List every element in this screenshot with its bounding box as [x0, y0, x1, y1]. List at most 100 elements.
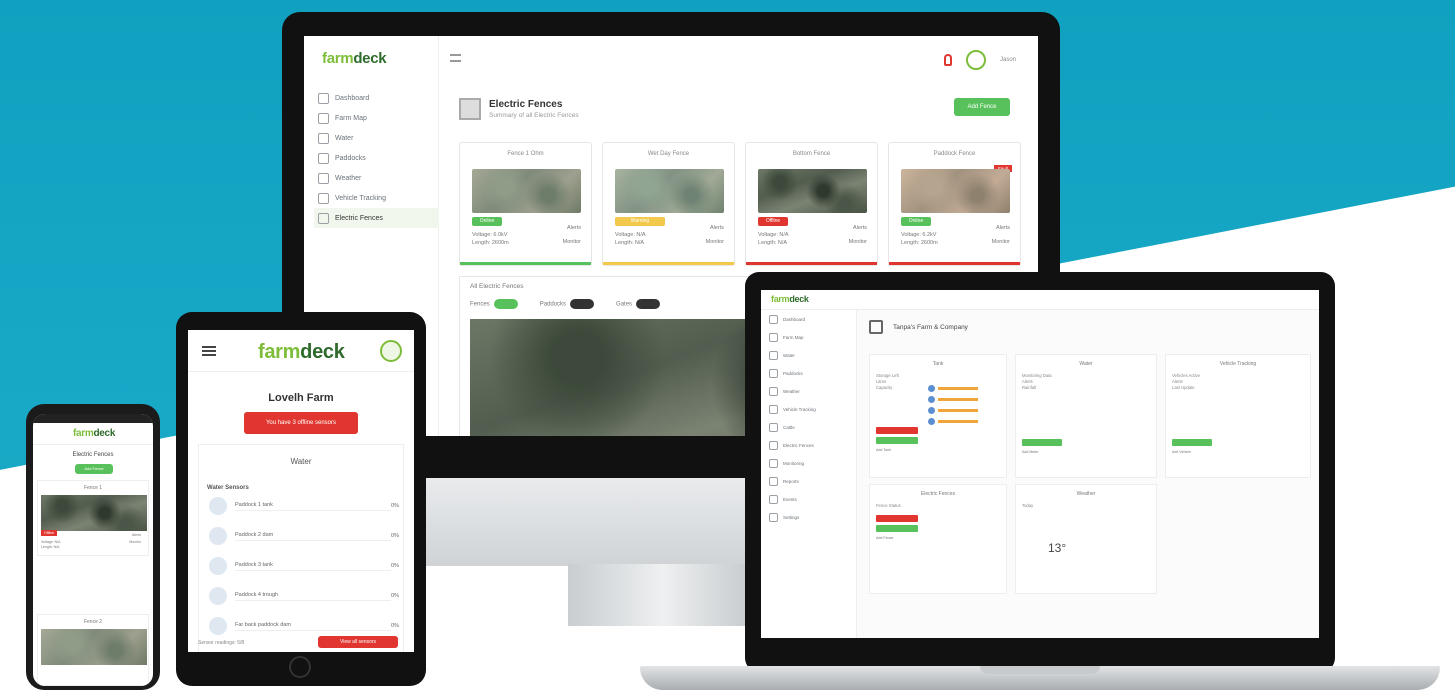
tablet-home-button[interactable]	[289, 656, 311, 678]
farmdeck-logo[interactable]: farmdeck	[322, 50, 387, 67]
panel-subtext: Vehicles Active Alerts Last Update	[1172, 373, 1200, 390]
list-item[interactable]	[928, 383, 978, 394]
monitor-link[interactable]: Monitor	[563, 235, 581, 249]
nav-item[interactable]: Dashboard	[761, 310, 856, 328]
add-fence-button[interactable]: Add Fence	[75, 464, 113, 474]
fence-card[interactable]: Paddock Fence Fault Online Voltage: 6.2k…	[888, 142, 1021, 266]
fence-satellite-image	[41, 629, 147, 665]
fence-card-title: Fence 2	[83, 619, 103, 625]
monitor-link[interactable]: Monitor	[992, 235, 1010, 249]
nav-item[interactable]: Water	[761, 346, 856, 364]
view-sensors-button[interactable]: View all sensors	[318, 636, 398, 648]
monitor-link[interactable]: Monitor	[849, 235, 867, 249]
fence-card[interactable]: Fence 1 Ohm Online Voltage: 6.0kV Length:…	[459, 142, 592, 266]
toggle-gates[interactable]: Gates	[616, 299, 661, 309]
hamburger-menu-icon[interactable]	[202, 346, 216, 356]
status-badge: Offline	[758, 217, 788, 226]
vehicle-icon	[769, 404, 778, 414]
list-item[interactable]	[928, 405, 978, 416]
tablet-screen: farmdeck Lovelh Farm You have 3 offline …	[188, 330, 414, 652]
sensor-level: 0%	[391, 563, 399, 569]
toggle-paddocks[interactable]: Paddocks	[540, 299, 595, 309]
toggle-fences[interactable]: Fences	[470, 299, 518, 309]
nav-label: Weather	[783, 388, 800, 394]
toggle-switch[interactable]	[493, 299, 518, 309]
nav-item-water[interactable]: Water	[314, 128, 439, 148]
sensor-icon	[209, 557, 227, 575]
phone-screen: farmdeck Electric Fences Add Fence Fence…	[33, 414, 153, 686]
add-fence-link[interactable]: Add Fence	[876, 535, 918, 542]
farmdeck-logo[interactable]: farmdeck	[258, 341, 345, 364]
online-button[interactable]	[876, 525, 918, 532]
fence-card[interactable]: Fence 2	[37, 614, 149, 686]
nav-item[interactable]: Farm Map	[761, 328, 856, 346]
monitor-link[interactable]: Monitor	[129, 539, 141, 546]
alerts-link[interactable]: Alerts	[992, 221, 1010, 235]
dashboard-icon	[769, 314, 778, 324]
nav-item-electric-fences[interactable]: Electric Fences	[314, 208, 439, 228]
vehicle-panel: Vehicle Tracking Vehicles Active Alerts La…	[1165, 354, 1311, 478]
list-item[interactable]	[928, 394, 978, 405]
nav-item[interactable]: Settings	[761, 508, 856, 526]
alerts-link[interactable]: Alerts	[129, 532, 141, 539]
nav-item[interactable]: Cattle	[761, 418, 856, 436]
nav-item[interactable]: Electric Fences	[761, 436, 856, 454]
add-fence-button[interactable]: Add Fence	[954, 98, 1010, 116]
voltage-text: Voltage: N/A	[758, 232, 789, 238]
farmdeck-logo[interactable]: farmdeck	[771, 294, 809, 304]
status-button[interactable]	[876, 437, 918, 444]
nav-item-weather[interactable]: Weather	[314, 168, 439, 188]
sensor-name: Paddock 4 trough	[235, 592, 392, 601]
laptop-notch	[980, 666, 1100, 674]
laptop-topbar: farmdeck	[761, 290, 1319, 310]
desktop-top-icons: Jason	[943, 50, 1016, 70]
alerts-link[interactable]: Alerts	[563, 221, 581, 235]
status-button[interactable]	[1022, 439, 1062, 446]
offline-sensors-alert-button[interactable]: You have 3 offline sensors	[244, 412, 358, 434]
list-item[interactable]	[928, 416, 978, 427]
fence-satellite-image	[472, 169, 581, 213]
monitor-link[interactable]: Monitor	[706, 235, 724, 249]
status-button[interactable]	[1172, 439, 1212, 446]
nav-item[interactable]: Weather	[761, 382, 856, 400]
offline-button[interactable]	[876, 515, 918, 522]
user-avatar[interactable]	[965, 50, 986, 70]
nav-item[interactable]: Monitoring	[761, 454, 856, 472]
sensor-list-item[interactable]: Paddock 1 tank 0%	[209, 495, 399, 517]
sensor-list-item[interactable]: Paddock 4 trough 0%	[209, 585, 399, 607]
user-avatar[interactable]	[380, 340, 402, 362]
add-tank-link[interactable]: Add Tank	[876, 447, 918, 454]
nav-item[interactable]: Vehicle Tracking	[761, 400, 856, 418]
user-name[interactable]: Jason	[1000, 57, 1016, 63]
panel-title: Vehicle Tracking	[1219, 361, 1257, 367]
nav-item-farm-map[interactable]: Farm Map	[314, 108, 439, 128]
add-meter-link[interactable]: Add Meter	[1022, 449, 1062, 456]
nav-item-vehicle-tracking[interactable]: Vehicle Tracking	[314, 188, 439, 208]
toggle-switch[interactable]	[636, 299, 661, 309]
alert-button[interactable]	[876, 427, 918, 434]
fence-meta: Voltage: N/A Length: N/A	[615, 231, 646, 247]
nav-item-paddocks[interactable]: Paddocks	[314, 148, 439, 168]
nav-item-dashboard[interactable]: Dashboard	[314, 88, 439, 108]
notification-bell-icon[interactable]	[943, 54, 952, 66]
add-vehicle-link[interactable]: Add Vehicle	[1172, 449, 1212, 456]
fence-card-title: Fence 1	[83, 485, 103, 491]
cattle-icon	[769, 422, 778, 432]
nav-label: Water	[783, 352, 795, 358]
nav-item[interactable]: Reports	[761, 472, 856, 490]
fence-card[interactable]: Bottom Fence Offline Voltage: N/A Length:…	[745, 142, 878, 266]
sensor-list-item[interactable]: Far back paddock dam 0%	[209, 615, 399, 637]
toggle-switch[interactable]	[570, 299, 595, 309]
nav-item[interactable]: Events	[761, 490, 856, 508]
water-icon	[318, 132, 329, 144]
hamburger-menu-icon[interactable]	[450, 54, 461, 62]
farmdeck-logo[interactable]: farmdeck	[73, 428, 115, 439]
alerts-link[interactable]: Alerts	[706, 221, 724, 235]
fence-card[interactable]: Wet Day Fence Warning Voltage: N/A Length…	[602, 142, 735, 266]
panel-subtext: Fence Status	[876, 503, 901, 508]
alerts-link[interactable]: Alerts	[849, 221, 867, 235]
sensor-list-item[interactable]: Paddock 3 tank 0%	[209, 555, 399, 577]
sensor-list-item[interactable]: Paddock 2 dam 0%	[209, 525, 399, 547]
temperature: 13°	[1048, 541, 1067, 555]
nav-item[interactable]: Paddocks	[761, 364, 856, 382]
